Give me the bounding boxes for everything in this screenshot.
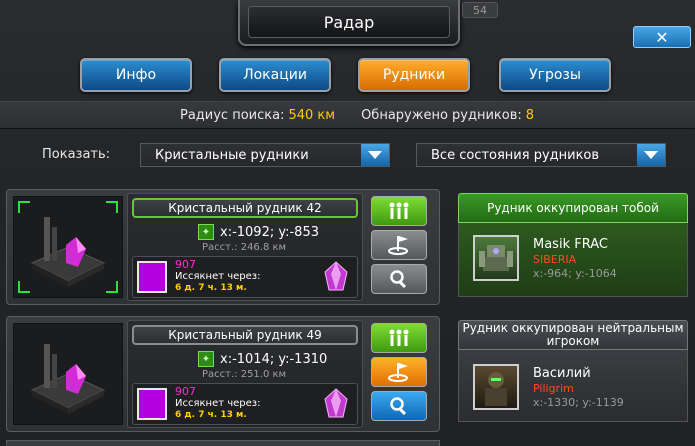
mine-card: Кристальный рудник 42 ✦ x:-1092; y:-853 … [6,189,440,305]
send-troops-button[interactable] [371,196,427,226]
flag-icon [388,363,408,382]
search-info-bar: Радиус поиска: 540 км Обнаружено руднико… [0,101,695,129]
owner-clan[interactable]: SIBERIA [533,253,576,266]
tab-locations[interactable]: Локации [219,58,331,92]
title-badge: 54 [462,2,498,18]
flag-icon [388,236,408,255]
owner-coordinates: x:-1330; y:-1139 [533,396,624,409]
mine-name: Кристальный рудник 42 [132,198,358,218]
mine-coordinates[interactable]: ✦ x:-1092; y:-853 [198,224,319,240]
radar-window: Радар 54 ✕ Инфо Локации Рудники Угрозы Р… [0,0,695,446]
expires-label: Иссякнет через: [175,271,261,282]
expires-time: 6 д. 7 ч. 13 м. [175,283,247,293]
troops-icon [389,329,409,346]
avatar[interactable] [473,364,519,410]
close-icon: ✕ [655,27,669,47]
search-icon [390,397,407,416]
owner-name[interactable]: Masik FRAC [533,237,608,252]
resource-color-swatch [137,261,167,293]
view-button[interactable] [371,391,427,421]
expires-time: 6 д. 7 ч. 13 м. [175,410,247,420]
mine-info: Кристальный рудник 42 ✦ x:-1092; y:-853 … [127,193,363,301]
crystal-icon [324,388,348,418]
owner-clan[interactable]: Piligrim [533,382,574,395]
troops-icon [389,202,409,219]
mine-name: Кристальный рудник 49 [132,325,358,345]
resource-count: 907 [175,258,196,271]
soldier-avatar-icon [485,372,507,406]
mine-distance: Расст.: 251.0 км [202,369,287,380]
mine-image [13,323,123,425]
found-label: Обнаружено рудников: [361,107,522,123]
radius-label: Радиус поиска: [180,107,285,123]
close-button[interactable]: ✕ [633,26,691,48]
tab-info[interactable]: Инфо [80,58,192,92]
owner-coordinates: x:-964; y:-1064 [533,267,617,280]
chevron-down-icon [637,144,665,166]
search-icon [390,270,407,289]
crystal-mine-icon [30,344,106,414]
flag-button[interactable] [371,357,427,387]
resource-box: 907 Иссякнет через: 6 д. 7 ч. 13 м. [132,256,358,298]
mine-type-dropdown[interactable]: Кристальные рудники [140,143,390,167]
title-plate: Радар [238,0,460,46]
crystal-icon [324,261,348,291]
owner-panel: Masik FRAC SIBERIA x:-964; y:-1064 [458,223,688,297]
mech-avatar-icon [479,245,513,271]
chevron-down-icon [361,144,389,166]
resource-color-swatch [137,388,167,420]
mine-card: Кристальный рудник 49 ✦ x:-1014; y:-1310… [6,316,440,432]
window-title: Радар [248,6,450,38]
coordinates-icon: ✦ [198,224,214,240]
view-button[interactable] [371,264,427,294]
coordinates-icon: ✦ [198,351,214,367]
avatar[interactable] [473,235,519,281]
flag-button[interactable] [371,230,427,260]
owner-panel: Василий Piligrim x:-1330; y:-1139 [458,350,688,422]
mine-image [13,196,123,298]
mine-coordinates[interactable]: ✦ x:-1014; y:-1310 [198,351,327,367]
show-label: Показать: [42,147,111,162]
resource-count: 907 [175,385,196,398]
owner-status: Рудник оккупирован нейтральным игроком [458,320,688,350]
mine-distance: Расст.: 246.8 км [202,242,287,253]
found-value: 8 [525,107,535,123]
mine-info: Кристальный рудник 49 ✦ x:-1014; y:-1310… [127,320,363,428]
mine-type-selected: Кристальные рудники [155,147,309,163]
mine-state-dropdown[interactable]: Все состояния рудников [416,143,666,167]
mine-state-selected: Все состояния рудников [431,147,600,163]
radius-value: 540 км [288,107,336,123]
resource-box: 907 Иссякнет через: 6 д. 7 ч. 13 м. [132,383,358,425]
mine-card-partial [6,440,440,446]
tab-mines[interactable]: Рудники [358,58,470,92]
send-troops-button[interactable] [371,323,427,353]
expires-label: Иссякнет через: [175,398,261,409]
tab-threats[interactable]: Угрозы [499,58,611,92]
owner-name[interactable]: Василий [533,366,591,381]
owner-status: Рудник оккупирован тобой [458,193,688,223]
